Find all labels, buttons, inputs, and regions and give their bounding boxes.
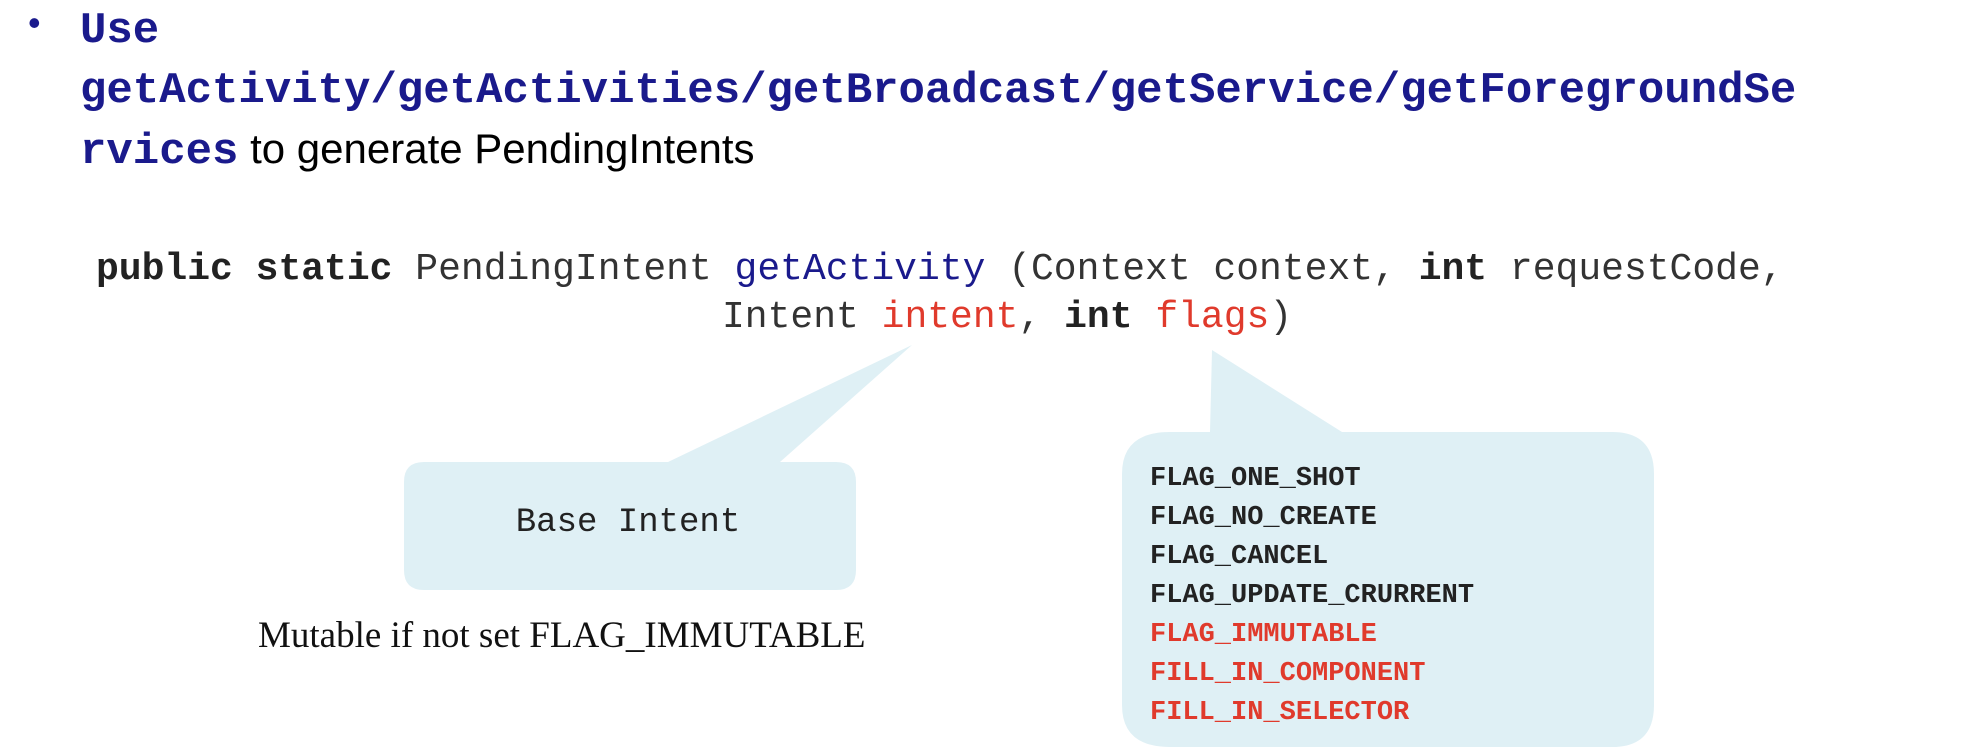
flag-item: FILL_IN_SELECTOR bbox=[1150, 698, 1410, 728]
mutable-note: Mutable if not set FLAG_IMMUTABLE bbox=[258, 615, 866, 656]
base-intent-label: Base Intent bbox=[515, 504, 741, 542]
flag-item: FLAG_CANCEL bbox=[1150, 542, 1329, 572]
flag-item: FLAG_IMMUTABLE bbox=[1150, 620, 1377, 650]
flags-list: FLAG_ONE_SHOT FLAG_NO_CREATE FLAG_CANCEL FL… bbox=[1150, 460, 1474, 733]
flag-item: FLAG_NO_CREATE bbox=[1150, 503, 1377, 533]
flag-item: FILL_IN_COMPONENT bbox=[1150, 659, 1426, 689]
flag-item: FLAG_ONE_SHOT bbox=[1150, 464, 1361, 494]
flag-item: FLAG_UPDATE_CRURRENT bbox=[1150, 581, 1475, 611]
base-intent-bubble bbox=[404, 345, 912, 590]
